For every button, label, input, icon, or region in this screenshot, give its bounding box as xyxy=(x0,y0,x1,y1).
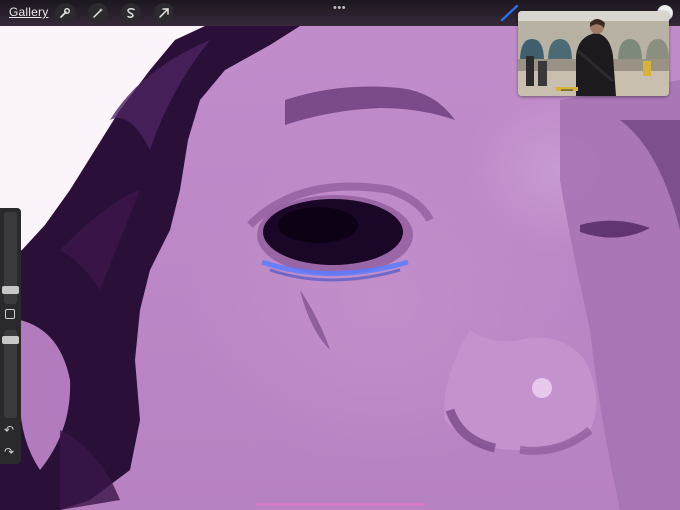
brush-button[interactable] xyxy=(500,4,520,22)
home-indicator xyxy=(255,503,425,506)
brush-icon xyxy=(500,4,519,22)
selection-s-icon xyxy=(127,8,135,18)
magic-wand-icon xyxy=(93,8,103,18)
opacity-thumb[interactable] xyxy=(2,336,19,344)
transform-button[interactable] xyxy=(154,3,174,23)
reference-photo: ▬▬▬▬ xyxy=(518,11,669,96)
reference-banner-text: ▬▬▬▬ xyxy=(561,88,573,92)
redo-button[interactable]: ↷ xyxy=(4,446,14,458)
arrow-cursor-icon xyxy=(159,8,169,18)
modify-button[interactable] xyxy=(5,309,15,319)
undo-button[interactable]: ↶ xyxy=(4,424,14,436)
wrench-icon xyxy=(60,8,70,18)
adjustments-button[interactable] xyxy=(88,3,108,23)
gallery-button[interactable]: Gallery xyxy=(9,5,48,19)
brush-size-thumb[interactable] xyxy=(2,286,19,294)
left-sidebar: ↶ ↷ xyxy=(0,208,21,464)
reference-window[interactable]: ▬▬▬▬ xyxy=(518,11,669,96)
selection-button[interactable] xyxy=(121,3,141,23)
more-options-dots[interactable]: ••• xyxy=(333,2,346,14)
actions-button[interactable] xyxy=(55,3,75,23)
eyebrow-shape xyxy=(285,86,455,125)
nose-highlight xyxy=(532,378,552,398)
